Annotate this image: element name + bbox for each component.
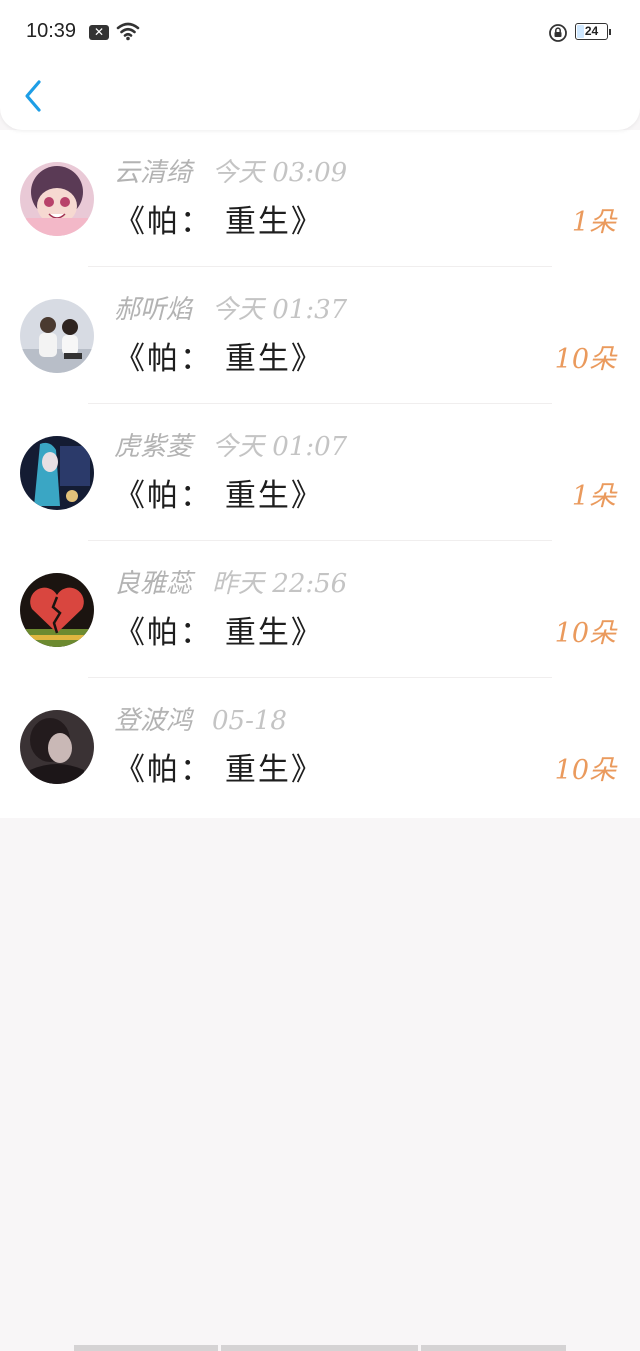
flower-count: 1朵 [571,481,616,512]
timestamp: 今天 01:07 [212,432,348,462]
gesture-bar-gap [418,1345,421,1351]
battery-level: 24 [584,24,599,38]
x-box-icon: ✕ [89,25,109,40]
dark-anime-avatar[interactable] [20,436,94,510]
meta-line: 良雅蕊 昨天 22:56 [114,563,347,600]
list-item[interactable]: 良雅蕊 昨天 22:56 《帕： 重生》 10朵 [0,541,640,678]
top-bar: 10:39 ✕ 24 [0,0,640,130]
list-item[interactable]: 云清绮 今天 03:09 《帕： 重生》 1朵 [0,130,640,267]
username[interactable]: 虎紫菱 [114,432,192,462]
book-title[interactable]: 《帕： 重生》 [114,470,324,515]
list-item[interactable]: 虎紫菱 今天 01:07 《帕： 重生》 1朵 [0,404,640,541]
list-item[interactable]: 登波鸿 05-18 《帕： 重生》 10朵 [0,678,640,815]
status-time: 10:39 [26,20,77,42]
meta-line: 云清绮 今天 03:09 [114,152,347,189]
book-title[interactable]: 《帕： 重生》 [114,333,324,378]
reward-list: 云清绮 今天 03:09 《帕： 重生》 1朵 郝听焰 今天 01:37 《帕： 重… [0,130,640,818]
flower-count: 10朵 [554,755,616,786]
flower-count: 10朵 [554,344,616,375]
broken-heart-avatar[interactable] [20,573,94,647]
battery-icon: 24 [575,23,608,40]
username[interactable]: 郝听焰 [114,295,192,325]
meta-line: 登波鸿 05-18 [114,700,287,737]
timestamp: 今天 03:09 [212,158,348,188]
rotation-lock-icon [548,23,568,47]
username[interactable]: 云清绮 [114,158,192,188]
meta-line: 虎紫菱 今天 01:07 [114,426,347,463]
gesture-bar-gap [218,1345,221,1351]
dark-portrait-avatar[interactable] [20,710,94,784]
gesture-bar [74,1345,566,1351]
book-title[interactable]: 《帕： 重生》 [114,607,324,652]
timestamp: 05-18 [212,706,287,736]
back-button[interactable] [16,74,56,118]
wifi-icon [116,21,140,45]
meta-line: 郝听焰 今天 01:37 [114,289,347,326]
timestamp: 今天 01:37 [212,295,348,325]
timestamp: 昨天 22:56 [212,569,348,599]
battery-tip [609,29,611,35]
book-title[interactable]: 《帕： 重生》 [114,196,324,241]
username[interactable]: 良雅蕊 [114,569,192,599]
username[interactable]: 登波鸿 [114,706,192,736]
book-title[interactable]: 《帕： 重生》 [114,744,324,789]
chevron-left-icon [25,80,41,112]
couple-photo-avatar[interactable] [20,299,94,373]
flower-count: 10朵 [554,618,616,649]
list-item[interactable]: 郝听焰 今天 01:37 《帕： 重生》 10朵 [0,267,640,404]
anime-girl-avatar[interactable] [20,162,94,236]
flower-count: 1朵 [571,207,616,238]
